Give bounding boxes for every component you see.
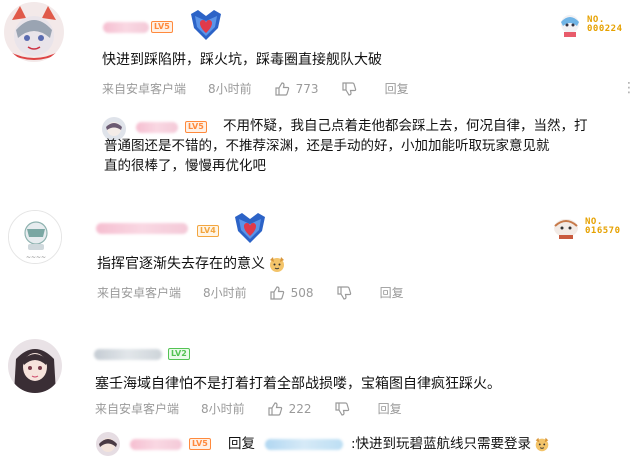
- comment-text: 快进到踩陷阱，踩火坑，踩毒圈直接舰队大破: [102, 52, 382, 68]
- source-label: 来自安卓客户端: [102, 82, 187, 96]
- fan-no-value: 000224: [587, 24, 623, 34]
- fan-character-icon: [561, 15, 579, 37]
- comment-3: LV2 塞壬海域自律怕不是打着打着全部战损喽，宝箱图自律疯狂踩火。 来自安卓客户…: [0, 308, 641, 458]
- username[interactable]: [94, 349, 162, 360]
- comment-meta: 来自安卓客户端 8小时前 222 回复: [95, 400, 402, 417]
- like-icon[interactable]: [274, 81, 290, 97]
- svg-text:~~~~: ~~~~: [26, 254, 46, 261]
- dislike-icon[interactable]: [334, 401, 350, 417]
- avatar[interactable]: [4, 2, 64, 62]
- reply-text: 不用怀疑，我自己点着走他都会踩上去，何况自律，当然，打: [223, 116, 639, 136]
- like-count: 773: [295, 81, 319, 96]
- fan-medal-icon: [232, 211, 268, 249]
- fan-number: NO. 016570: [551, 214, 621, 240]
- username[interactable]: [103, 22, 149, 33]
- like-icon[interactable]: [269, 285, 285, 301]
- reply-button[interactable]: 回复: [385, 80, 409, 97]
- comment-meta: 来自安卓客户端 8小时前 508 回复: [97, 284, 404, 301]
- fan-number: NO. 000224: [557, 12, 623, 38]
- comment-text: 指挥官逐渐失去存在的意义: [97, 254, 287, 274]
- reply-text-line-3: 直的很棒了，慢慢再优化吧: [104, 158, 266, 174]
- time-label: 8小时前: [208, 82, 252, 96]
- like-count: 508: [290, 285, 314, 300]
- source-label: 来自安卓客户端: [95, 402, 180, 416]
- fan-no-value: 016570: [585, 226, 621, 236]
- replied-username[interactable]: [265, 438, 343, 450]
- avatar[interactable]: [8, 339, 62, 393]
- reply-avatar[interactable]: [96, 432, 120, 456]
- level-badge: LV5: [151, 21, 173, 33]
- comment-2: ~~~~ LV4 NO. 016570 指挥官逐渐失去存在的意义 来自安卓客户端: [0, 178, 641, 308]
- reply-text: 回复 :快进到玩碧蓝航线只需要登录: [228, 434, 638, 454]
- fan-medal-icon: [188, 8, 224, 46]
- like-icon[interactable]: [267, 401, 283, 417]
- like-count: 222: [288, 401, 312, 416]
- reply-username[interactable]: [130, 439, 182, 450]
- reply-button[interactable]: 回复: [380, 284, 404, 301]
- fan-character-icon: [554, 219, 578, 239]
- reply-prefix: 回复: [228, 436, 255, 452]
- reply-text-line-2: 普通图还是不错的，不推荐深渊，还是手动的好，小加加能听取玩家意见就: [104, 138, 550, 154]
- source-label: 来自安卓客户端: [97, 286, 182, 300]
- dislike-icon[interactable]: [336, 285, 352, 301]
- level-badge: LV4: [197, 225, 219, 237]
- time-label: 8小时前: [203, 286, 247, 300]
- avatar[interactable]: ~~~~: [8, 210, 62, 264]
- reply-username[interactable]: [136, 122, 178, 133]
- more-options-icon[interactable]: ⋮: [622, 80, 637, 96]
- level-badge: LV2: [168, 348, 190, 360]
- reply-button[interactable]: 回复: [378, 400, 402, 417]
- reply-level-badge: LV5: [189, 438, 211, 450]
- dislike-icon[interactable]: [341, 81, 357, 97]
- reply-text-line-1: 不用怀疑，我自己点着走他都会踩上去，何况自律，当然，打: [223, 118, 588, 134]
- comment-meta: 来自安卓客户端 8小时前 773 回复: [102, 80, 409, 97]
- dog-emoji-icon: [533, 435, 551, 453]
- time-label: 8小时前: [201, 402, 245, 416]
- username[interactable]: [96, 223, 188, 234]
- comment-text: 塞壬海域自律怕不是打着打着全部战损喽，宝箱图自律疯狂踩火。: [95, 376, 501, 392]
- reply-level-badge: LV5: [185, 121, 207, 133]
- dog-emoji-icon: [267, 254, 287, 274]
- comment-text-label: 指挥官逐渐失去存在的意义: [97, 256, 265, 272]
- reply-text-cont: 普通图还是不错的，不推荐深渊，还是手动的好，小加加能听取玩家意见就 直的很棒了，…: [104, 136, 640, 176]
- comment-1: LV5 NO. 000224 快进到踩陷阱，踩火坑，踩毒圈直接舰队大破 来自安卓…: [0, 0, 641, 178]
- reply-text-body: :快进到玩碧蓝航线只需要登录: [351, 436, 532, 452]
